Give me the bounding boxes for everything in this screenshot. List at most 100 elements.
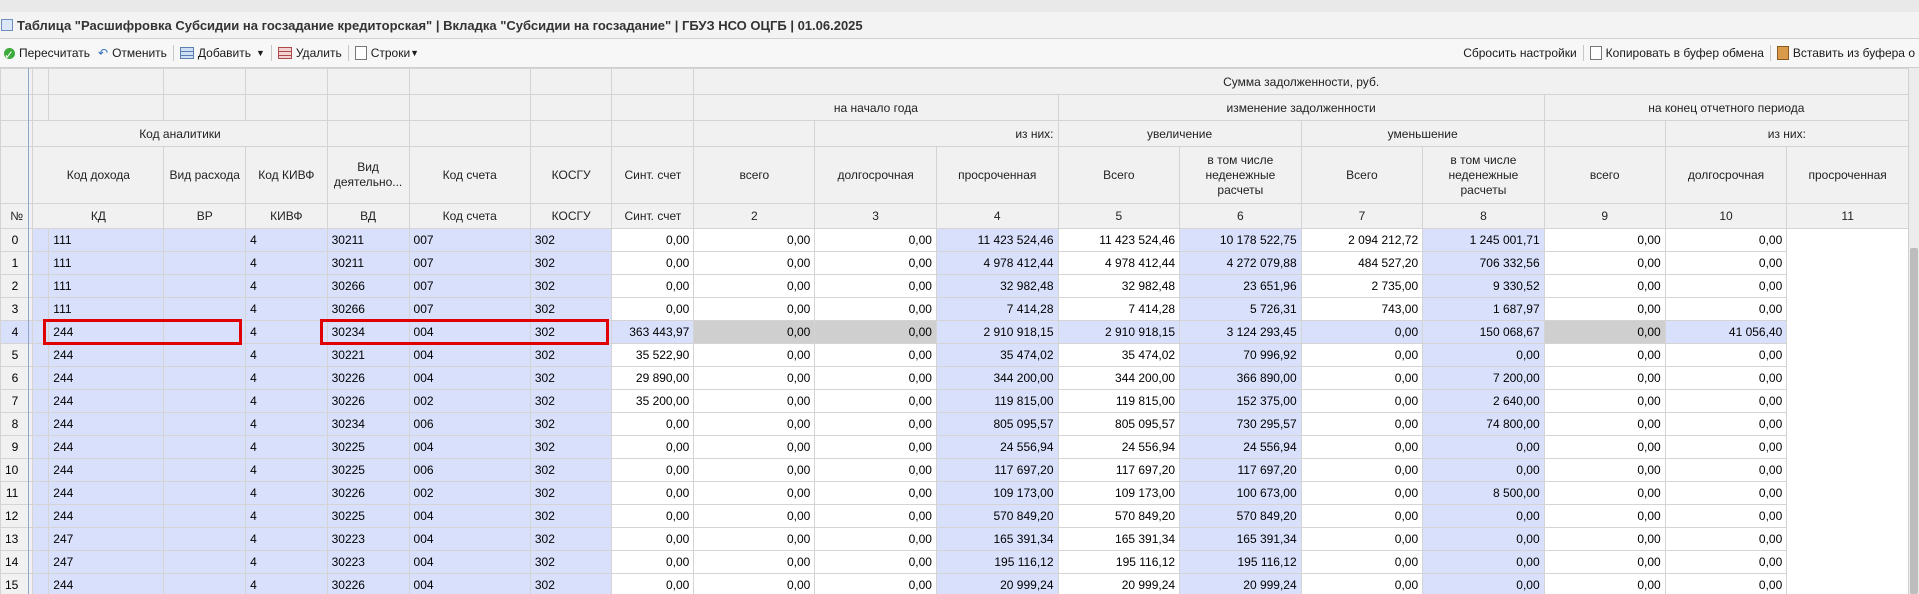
table-cell[interactable]: 0,00 bbox=[1300, 573, 1424, 594]
table-row[interactable]: 15 244 4 30226 004 302 0,00 0,00 0,00 20 999,24 20… bbox=[0, 573, 1909, 594]
table-row[interactable]: 0 111 4 30211 007 302 0,00 0,00 0,00 11 423 524,4… bbox=[0, 228, 1909, 252]
table-cell[interactable]: 0,00 bbox=[693, 550, 816, 574]
table-cell[interactable]: 002 bbox=[408, 481, 531, 505]
table-row[interactable]: 13 247 4 30223 004 302 0,00 0,00 0,00 165 391,34 1… bbox=[0, 527, 1909, 551]
table-cell[interactable]: 302 bbox=[529, 550, 613, 574]
table-cell[interactable]: 4 bbox=[245, 389, 328, 413]
table-cell[interactable]: 30225 bbox=[326, 435, 410, 459]
table-cell[interactable]: 119 815,00 bbox=[935, 389, 1059, 413]
table-cell[interactable]: 4 978 412,44 bbox=[1057, 251, 1181, 275]
table-cell[interactable]: 0,00 bbox=[611, 297, 695, 321]
col-header-kosgu[interactable]: КОСГУ bbox=[529, 146, 613, 204]
table-row[interactable]: 1 111 4 30211 007 302 0,00 0,00 0,00 4 978 412,44… bbox=[0, 251, 1909, 275]
rows-menu-button[interactable]: Строки ▼ bbox=[351, 46, 423, 60]
table-cell[interactable]: 0,00 bbox=[1300, 504, 1424, 528]
table-cell[interactable]: 23 651,96 bbox=[1179, 274, 1302, 298]
table-row[interactable]: 10 244 4 30225 006 302 0,00 0,00 0,00 117 697,20 1… bbox=[0, 458, 1909, 482]
table-cell[interactable]: 30223 bbox=[326, 550, 410, 574]
table-cell[interactable]: 165 391,34 bbox=[1179, 527, 1302, 551]
table-cell[interactable]: 20 999,24 bbox=[935, 573, 1059, 594]
table-cell[interactable]: 165 391,34 bbox=[935, 527, 1059, 551]
table-cell[interactable]: 5 726,31 bbox=[1179, 297, 1302, 321]
table-cell[interactable]: 24 556,94 bbox=[935, 435, 1059, 459]
col-header-end-long-term[interactable]: долгосрочная bbox=[1664, 146, 1788, 204]
table-cell[interactable]: 0,00 bbox=[611, 412, 695, 436]
table-cell[interactable]: 007 bbox=[408, 297, 531, 321]
table-cell[interactable]: 150 068,67 bbox=[1422, 320, 1545, 344]
table-cell[interactable]: 111 bbox=[48, 297, 165, 321]
table-cell[interactable]: 4 bbox=[245, 366, 328, 390]
table-cell[interactable]: 35 474,02 bbox=[935, 343, 1059, 367]
table-cell[interactable]: 0,00 bbox=[1664, 251, 1788, 275]
table-cell[interactable]: 0,00 bbox=[1664, 343, 1788, 367]
recalc-button[interactable]: ✓ Пересчитать bbox=[0, 46, 94, 62]
table-cell[interactable]: 0,00 bbox=[1300, 366, 1424, 390]
table-cell[interactable]: 0,00 bbox=[1300, 481, 1424, 505]
table-cell[interactable] bbox=[163, 573, 247, 594]
table-cell[interactable]: 0,00 bbox=[693, 527, 816, 551]
row-marker-cell[interactable] bbox=[32, 527, 50, 551]
table-cell[interactable]: 0,00 bbox=[1300, 343, 1424, 367]
table-cell[interactable]: 0,00 bbox=[693, 481, 816, 505]
table-cell[interactable]: 0,00 bbox=[1543, 366, 1666, 390]
table-cell[interactable]: 004 bbox=[408, 504, 531, 528]
table-cell[interactable]: 0,00 bbox=[611, 251, 695, 275]
table-cell[interactable]: 570 849,20 bbox=[1179, 504, 1302, 528]
table-cell[interactable]: 0,00 bbox=[1664, 435, 1788, 459]
table-cell[interactable]: 0,00 bbox=[814, 320, 937, 344]
table-cell[interactable]: 35 522,90 bbox=[611, 343, 695, 367]
table-cell[interactable]: 10 178 522,75 bbox=[1179, 228, 1302, 252]
table-cell[interactable]: 30223 bbox=[326, 527, 410, 551]
col-header-synthetic-account[interactable]: Синт. счет bbox=[611, 146, 695, 204]
table-cell[interactable]: 7 200,00 bbox=[1422, 366, 1545, 390]
table-cell[interactable] bbox=[163, 274, 247, 298]
table-cell[interactable]: 0,00 bbox=[611, 504, 695, 528]
table-cell[interactable]: 41 056,40 bbox=[1664, 320, 1788, 344]
table-cell[interactable]: 29 890,00 bbox=[611, 366, 695, 390]
table-cell[interactable]: 4 bbox=[245, 412, 328, 436]
table-cell[interactable]: 117 697,20 bbox=[1057, 458, 1181, 482]
row-marker-cell[interactable] bbox=[32, 412, 50, 436]
table-cell[interactable] bbox=[163, 435, 247, 459]
table-cell[interactable]: 0,00 bbox=[693, 320, 816, 344]
table-cell[interactable]: 30226 bbox=[326, 366, 410, 390]
table-cell[interactable]: 805 095,57 bbox=[1057, 412, 1181, 436]
table-cell[interactable]: 30225 bbox=[326, 458, 410, 482]
col-header-account-code[interactable]: Код счета bbox=[408, 146, 531, 204]
table-cell[interactable]: 4 bbox=[245, 504, 328, 528]
table-cell[interactable]: 0,00 bbox=[1543, 389, 1666, 413]
table-cell[interactable]: 0,00 bbox=[693, 504, 816, 528]
table-cell[interactable]: 363 443,97 bbox=[611, 320, 695, 344]
table-cell[interactable]: 002 bbox=[408, 389, 531, 413]
table-cell[interactable]: 0,00 bbox=[814, 343, 937, 367]
table-cell[interactable]: 0,00 bbox=[814, 228, 937, 252]
table-cell[interactable]: 30211 bbox=[326, 228, 410, 252]
table-cell[interactable]: 244 bbox=[48, 504, 165, 528]
table-cell[interactable]: 30225 bbox=[326, 504, 410, 528]
table-cell[interactable]: 247 bbox=[48, 550, 165, 574]
table-cell[interactable] bbox=[163, 251, 247, 275]
col-header-activity-type[interactable]: Вид деятельно... bbox=[326, 146, 410, 204]
table-cell[interactable]: 0,00 bbox=[1664, 366, 1788, 390]
table-cell[interactable]: 302 bbox=[529, 366, 613, 390]
table-cell[interactable]: 007 bbox=[408, 228, 531, 252]
table-cell[interactable] bbox=[163, 412, 247, 436]
table-cell[interactable]: 4 bbox=[245, 297, 328, 321]
table-cell[interactable]: 0,00 bbox=[1664, 458, 1788, 482]
table-cell[interactable]: 7 414,28 bbox=[1057, 297, 1181, 321]
table-cell[interactable]: 109 173,00 bbox=[935, 481, 1059, 505]
table-cell[interactable]: 302 bbox=[529, 435, 613, 459]
col-header-kivf[interactable]: Код КИВФ bbox=[245, 146, 328, 204]
table-cell[interactable]: 3 124 293,45 bbox=[1179, 320, 1302, 344]
table-cell[interactable]: 117 697,20 bbox=[935, 458, 1059, 482]
row-marker-cell[interactable] bbox=[32, 435, 50, 459]
col-header-increase-total[interactable]: Всего bbox=[1057, 146, 1181, 204]
table-row[interactable]: 7 244 4 30226 002 302 35 200,00 0,00 0,00 119 815… bbox=[0, 389, 1909, 413]
table-cell[interactable]: 0,00 bbox=[814, 481, 937, 505]
table-cell[interactable]: 0,00 bbox=[693, 297, 816, 321]
table-cell[interactable]: 0,00 bbox=[1300, 550, 1424, 574]
table-cell[interactable]: 30266 bbox=[326, 274, 410, 298]
col-header-decrease-total[interactable]: Всего bbox=[1300, 146, 1424, 204]
row-marker-cell[interactable] bbox=[32, 274, 50, 298]
table-cell[interactable]: 302 bbox=[529, 389, 613, 413]
